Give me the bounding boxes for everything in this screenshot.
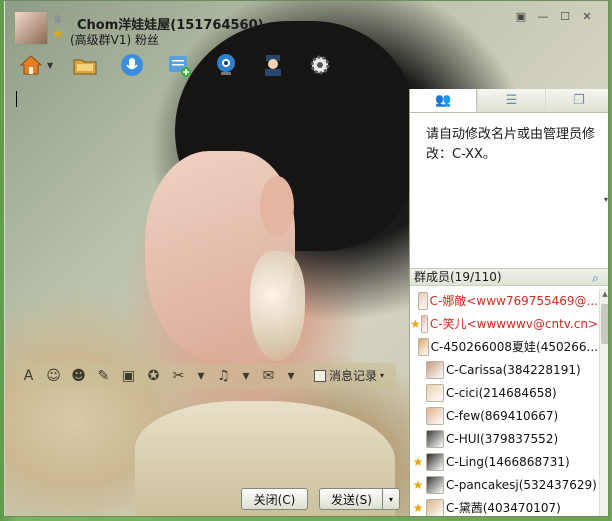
edit-icon[interactable]: ✎ (91, 365, 116, 387)
member-list-item[interactable]: C-娜敵<www769755469@... (410, 289, 598, 312)
member-avatar[interactable] (426, 498, 444, 516)
home-icon[interactable] (16, 50, 46, 80)
skin-icon[interactable]: ▣ (512, 9, 530, 23)
tab-list-icon[interactable]: ☰ (477, 89, 544, 112)
search-icon[interactable]: ⌕ (592, 271, 606, 285)
member-count: 群成员(19/110) (414, 270, 502, 284)
chevron-down-icon[interactable]: ▾ (236, 365, 256, 387)
member-avatar[interactable] (426, 452, 444, 471)
microphone-icon[interactable] (117, 50, 147, 80)
member-list-item[interactable]: C-few(869410667) (410, 404, 598, 427)
member-list-item[interactable]: ★ C-pancakesj(532437629) (410, 473, 598, 496)
chat-window: ♛ ★ Chom洋娃娃屋(151764560) (高级群V1) 粉丝 ▣ — ☐… (3, 0, 609, 517)
star-icon: ★ (412, 454, 424, 469)
chevron-down-icon[interactable]: ▼ (47, 61, 53, 70)
font-icon[interactable]: A (16, 365, 41, 387)
chevron-down-icon[interactable]: ▾ (191, 365, 211, 387)
webcam-icon[interactable] (211, 50, 241, 80)
member-name: C-pancakesj(532437629) (446, 477, 597, 492)
crown-icon: ♛ (52, 12, 63, 26)
member-avatar[interactable] (420, 314, 428, 333)
member-name: C-few(869410667) (446, 408, 559, 423)
chevron-down-icon: ▾ (379, 371, 384, 380)
member-list-item[interactable]: ★ C-Ling(1466868731) (410, 450, 598, 473)
message-log-label: 消息记录 (328, 369, 377, 383)
text-cursor[interactable] (16, 91, 17, 107)
image-icon[interactable]: ▣ (116, 365, 141, 387)
minimize-icon[interactable]: — (534, 9, 552, 23)
police-icon[interactable] (258, 50, 288, 80)
medal-icon[interactable]: ✪ (141, 365, 166, 387)
star-icon: ★ (410, 316, 421, 331)
member-list-item[interactable]: C-HUI(379837552) (410, 427, 598, 450)
send-options-button[interactable]: ▾ (382, 488, 400, 510)
add-note-icon[interactable] (164, 50, 194, 80)
group-avatar[interactable] (14, 11, 48, 45)
member-name: C-笑儿<wwwwwv@cntv.cn> (429, 317, 598, 331)
magic-emoji-icon[interactable]: ☻ (66, 365, 91, 387)
member-list-header: 群成员(19/110) ⌕ (410, 268, 608, 286)
member-list-item[interactable]: C-Carissa(384228191) (410, 358, 598, 381)
member-list-item[interactable]: ★ C-笑儿<wwwwwv@cntv.cn> (410, 312, 598, 335)
window-controls: ▣ — ☐ ✕ (512, 9, 596, 23)
member-avatar[interactable] (426, 406, 444, 425)
tab-windows-icon[interactable]: ❐ (544, 89, 608, 112)
chevron-down-icon[interactable]: ▾ (281, 365, 301, 387)
member-list-scrollbar[interactable]: ▲ (599, 289, 608, 516)
format-toolbar: A ☺ ☻ ✎ ▣ ✪ ✂ ▾ ♫ ▾ ✉ ▾ 消息记录 ▾ (16, 363, 396, 389)
group-subtitle: (高级群V1) 粉丝 (70, 33, 160, 47)
member-avatar[interactable] (426, 429, 444, 448)
member-name: C-HUI(379837552) (446, 431, 559, 446)
member-list-item[interactable]: ★ C-黛茜(403470107) (410, 496, 598, 516)
member-name: C-Carissa(384228191) (446, 362, 581, 377)
shake-icon[interactable]: ✉ (256, 365, 281, 387)
folder-icon[interactable] (70, 50, 100, 80)
screenshot-icon[interactable]: ✂ (166, 365, 191, 387)
gear-icon[interactable] (305, 50, 335, 80)
member-name: C-450266008夏娃(450266... (430, 340, 598, 354)
close-button[interactable]: 关闭(C) (241, 488, 308, 510)
member-avatar[interactable] (426, 383, 444, 402)
scroll-thumb[interactable] (601, 304, 608, 344)
member-name: C-娜敵<www769755469@... (429, 294, 598, 308)
member-list-item[interactable]: C-cici(214684658) (410, 381, 598, 404)
member-avatar[interactable] (418, 337, 429, 356)
chevron-down-icon[interactable]: ▾ (604, 195, 608, 205)
group-notice: 请自动修改名片或由管理员修改：C-XX。 (426, 127, 596, 162)
member-name: C-Ling(1466868731) (446, 454, 570, 469)
message-log-icon (313, 369, 326, 382)
close-icon[interactable]: ✕ (578, 9, 596, 23)
emoji-icon[interactable]: ☺ (41, 365, 66, 387)
member-name: C-cici(214684658) (446, 385, 557, 400)
member-list: C-娜敵<www769755469@... ★ C-笑儿<wwwwwv@cntv.c… (410, 289, 598, 516)
star-icon: ★ (412, 477, 424, 492)
member-list-item[interactable]: C-450266008夏娃(450266... (410, 335, 598, 358)
star-icon: ★ (52, 27, 64, 42)
member-avatar[interactable] (426, 360, 444, 379)
group-side-panel: 👥 ☰ ❐ 请自动修改名片或由管理员修改：C-XX。 群成员(19/110) ⌕… (409, 89, 608, 516)
message-log-button[interactable]: 消息记录 ▾ (313, 367, 384, 384)
music-icon[interactable]: ♫ (211, 365, 236, 387)
tab-members-icon[interactable]: 👥 (410, 89, 478, 112)
member-avatar[interactable] (417, 291, 428, 310)
maximize-icon[interactable]: ☐ (556, 9, 574, 23)
scroll-up-icon[interactable]: ▲ (600, 289, 608, 300)
member-avatar[interactable] (426, 475, 444, 494)
member-name: C-黛茜(403470107) (446, 501, 561, 515)
main-toolbar: ▼ (16, 49, 352, 81)
send-button[interactable]: 发送(S) (319, 488, 383, 510)
side-panel-tabs: 👥 ☰ ❐ (410, 89, 608, 113)
star-icon: ★ (412, 500, 424, 515)
